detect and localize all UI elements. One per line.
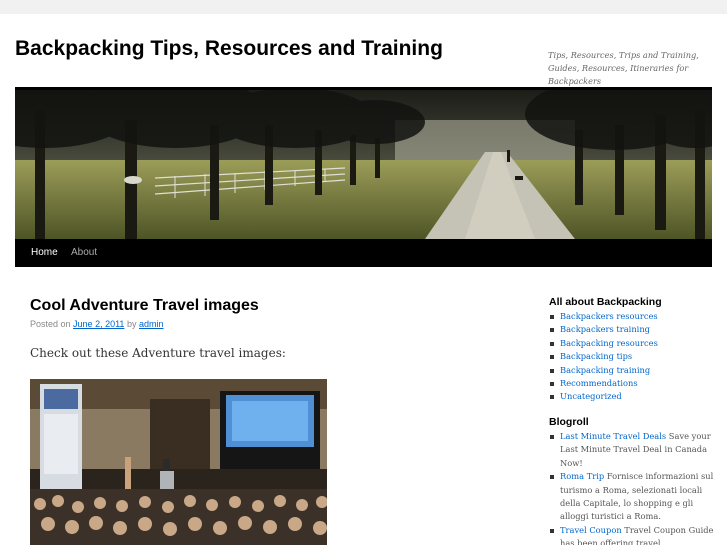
category-link[interactable]: Backpacking resources bbox=[560, 338, 658, 348]
site-description: Tips, Resources, Trips and Training, Gui… bbox=[548, 50, 699, 86]
list-item: Backpacking training bbox=[549, 364, 714, 377]
category-list: Backpackers resources Backpackers traini… bbox=[549, 310, 714, 404]
blogroll-list: Last Minute Travel Deals Save your Last … bbox=[549, 430, 714, 545]
post-author-link[interactable]: admin bbox=[139, 319, 164, 329]
list-item: Roma Trip Fornisce informazioni sul turi… bbox=[549, 470, 714, 524]
widget-title-blogroll: Blogroll bbox=[549, 416, 589, 428]
list-item: Backpacking resources bbox=[549, 337, 714, 350]
list-item: Travel Coupon Travel Coupon Guide has be… bbox=[549, 524, 714, 545]
category-link[interactable]: Backpackers training bbox=[560, 324, 650, 334]
post-title[interactable]: Cool Adventure Travel images bbox=[30, 297, 259, 315]
widget-title-categories: All about Backpacking bbox=[549, 296, 662, 308]
category-link[interactable]: Backpacking training bbox=[560, 365, 650, 375]
blogroll-link[interactable]: Roma Trip bbox=[560, 471, 604, 481]
site-title[interactable]: Backpacking Tips, Resources and Training bbox=[15, 37, 443, 61]
post-date-link[interactable]: June 2, 2011 bbox=[73, 319, 124, 329]
nav-item-home[interactable]: Home bbox=[31, 239, 58, 267]
posted-on-label: Posted on bbox=[30, 319, 71, 329]
list-item: Backpacking tips bbox=[549, 350, 714, 363]
blogroll-link[interactable]: Last Minute Travel Deals bbox=[560, 431, 666, 441]
list-item: Last Minute Travel Deals Save your Last … bbox=[549, 430, 714, 470]
list-item: Backpackers resources bbox=[549, 310, 714, 323]
post-image[interactable] bbox=[30, 379, 327, 545]
list-item: Backpackers training bbox=[549, 323, 714, 336]
blogroll-link[interactable]: Travel Coupon bbox=[560, 525, 622, 535]
post-content: Check out these Adventure travel images: bbox=[30, 346, 286, 360]
header-image bbox=[15, 87, 712, 242]
category-link[interactable]: Backpackers resources bbox=[560, 311, 658, 321]
list-item: Recommendations bbox=[549, 377, 714, 390]
category-link[interactable]: Backpacking tips bbox=[560, 351, 632, 361]
nav-item-about[interactable]: About bbox=[71, 239, 97, 267]
list-item: Uncategorized bbox=[549, 390, 714, 403]
main-navigation: Home About bbox=[15, 239, 712, 267]
category-link[interactable]: Recommendations bbox=[560, 378, 638, 388]
by-label: by bbox=[126, 319, 137, 329]
post-meta: Posted on June 2, 2011 by admin bbox=[30, 319, 164, 329]
category-link[interactable]: Uncategorized bbox=[560, 391, 622, 401]
page-wrapper: Backpacking Tips, Resources and Training… bbox=[0, 14, 727, 545]
